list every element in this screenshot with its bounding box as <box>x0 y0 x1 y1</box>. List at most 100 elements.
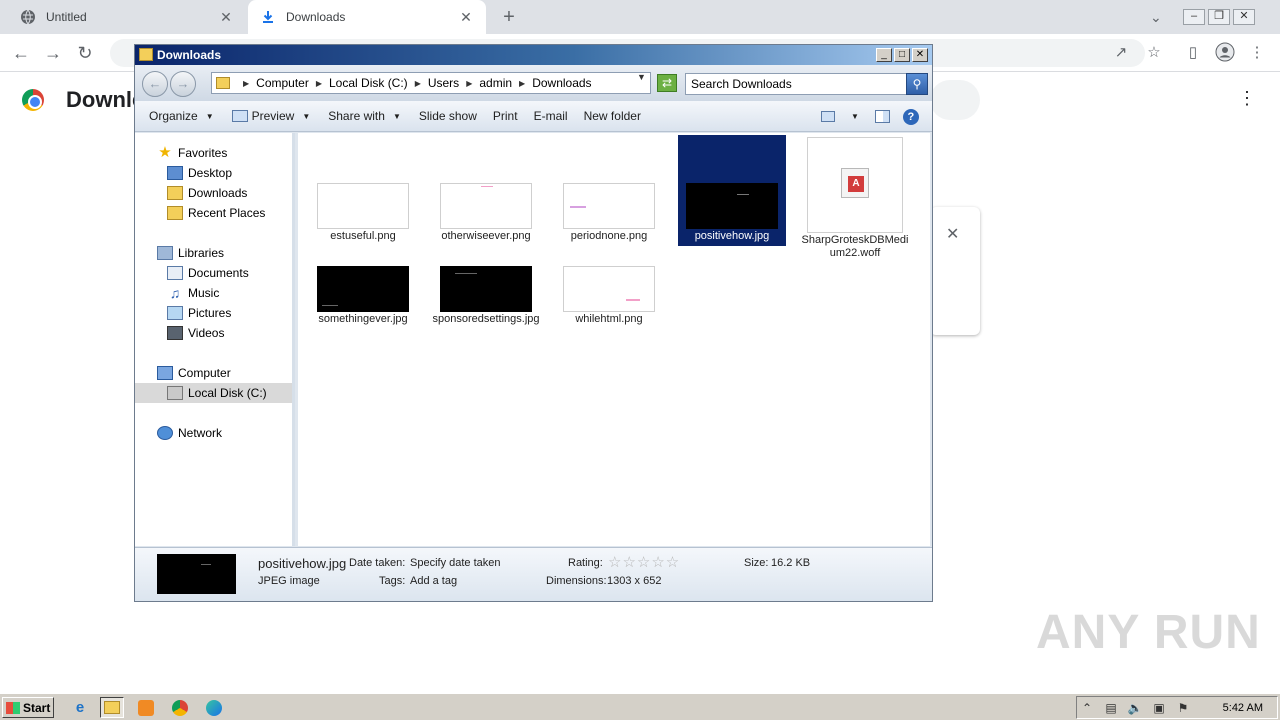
breadcrumb-item[interactable]: admin <box>479 76 512 90</box>
profile-icon[interactable] <box>1214 42 1236 64</box>
minimize-icon[interactable]: – <box>1183 9 1205 25</box>
nav-videos[interactable]: Videos <box>167 323 224 343</box>
maximize-icon[interactable]: □ <box>894 48 910 62</box>
tab-close-icon[interactable]: ✕ <box>458 9 474 26</box>
breadcrumb-item[interactable]: Computer <box>256 76 309 90</box>
search-input[interactable]: Search Downloads <box>685 73 907 95</box>
nav-desktop[interactable]: Desktop <box>167 163 232 183</box>
start-button[interactable]: Start <box>2 697 54 718</box>
documents-icon <box>167 266 183 280</box>
breadcrumb-arrow-icon[interactable]: ▶ <box>243 79 249 88</box>
search-icon[interactable]: ⚲ <box>906 73 928 95</box>
close-icon[interactable]: ✕ <box>912 48 928 62</box>
action-center-flag-icon[interactable]: ⚑ <box>1175 700 1191 716</box>
slide-show-button[interactable]: Slide show <box>419 109 477 123</box>
nav-local-disk[interactable]: Local Disk (C:) <box>135 383 292 403</box>
command-bar: Organize ▼ Preview ▼ Share with ▼ Slide … <box>135 101 932 132</box>
breadcrumb-item[interactable]: Local Disk (C:) <box>329 76 408 90</box>
show-hidden-icons-icon[interactable]: ⌃ <box>1079 700 1095 716</box>
taskbar-edge[interactable] <box>202 697 226 718</box>
rating-stars[interactable]: ☆☆☆☆☆ <box>608 553 680 571</box>
desktop-icon <box>167 166 183 180</box>
breadcrumb-item[interactable]: Downloads <box>532 76 591 90</box>
file-item[interactable]: A SharpGroteskDBMedium22.woff <box>801 137 909 260</box>
tab-downloads[interactable]: Downloads ✕ <box>248 0 486 34</box>
nav-favorites[interactable]: ★ Favorites <box>157 143 227 163</box>
breadcrumb-arrow-icon[interactable]: ▶ <box>316 79 322 88</box>
organize-button[interactable]: Organize ▼ <box>149 109 214 123</box>
taskbar-explorer[interactable] <box>100 697 124 718</box>
date-taken-value[interactable]: Specify date taken <box>410 557 501 569</box>
nav-label: Local Disk (C:) <box>188 386 267 400</box>
tags-value[interactable]: Add a tag <box>410 575 457 587</box>
network-tray-icon[interactable]: ▤ <box>1103 700 1119 716</box>
file-item[interactable]: periodnone.png <box>555 183 663 243</box>
image-thumbnail <box>440 266 532 312</box>
nav-recent-places[interactable]: Recent Places <box>167 203 265 223</box>
folder-icon <box>216 77 230 89</box>
restore-icon[interactable]: ❐ <box>1208 9 1230 25</box>
email-button[interactable]: E-mail <box>534 109 568 123</box>
nav-libraries[interactable]: Libraries <box>157 243 224 263</box>
nav-network[interactable]: Network <box>157 423 222 443</box>
help-icon[interactable]: ? <box>902 108 919 125</box>
new-folder-button[interactable]: New folder <box>584 109 641 123</box>
volume-icon[interactable]: 🔈 <box>1127 700 1143 716</box>
file-item[interactable]: whilehtml.png <box>555 266 663 326</box>
downloads-search-field[interactable] <box>930 80 980 120</box>
taskbar-ie[interactable]: e <box>68 697 92 718</box>
chevron-down-icon[interactable]: ▼ <box>851 112 859 121</box>
forward-arrow-icon[interactable]: → <box>42 42 64 64</box>
nav-pictures[interactable]: Pictures <box>167 303 231 323</box>
chevron-down-icon: ▼ <box>302 111 311 121</box>
nav-downloads[interactable]: Downloads <box>167 183 247 203</box>
share-with-label: Share with <box>328 109 385 123</box>
nav-music[interactable]: ♫ Music <box>167 283 220 303</box>
breadcrumb-arrow-icon[interactable]: ▶ <box>466 79 472 88</box>
taskbar-media-player[interactable] <box>134 697 158 718</box>
tab-untitled[interactable]: Untitled ✕ <box>8 0 246 34</box>
file-item-selected[interactable]: positivehow.jpg <box>678 135 786 246</box>
selected-file-thumbnail <box>157 554 236 594</box>
nav-computer[interactable]: Computer <box>157 363 231 383</box>
close-icon[interactable]: ✕ <box>1233 9 1255 25</box>
taskbar-chrome[interactable] <box>168 697 192 718</box>
file-item[interactable]: somethingever.jpg <box>309 266 417 326</box>
print-button[interactable]: Print <box>493 109 518 123</box>
reload-icon[interactable]: ↻ <box>74 42 96 64</box>
preview-button[interactable]: Preview ▼ <box>231 109 311 123</box>
more-options-icon[interactable]: ⋮ <box>1238 88 1256 109</box>
details-pane: positivehow.jpg JPEG image Date taken: S… <box>135 547 932 601</box>
breadcrumb[interactable]: ▶ Computer ▶ Local Disk (C:) ▶ Users ▶ a… <box>211 72 651 94</box>
new-tab-button[interactable]: + <box>498 6 520 28</box>
breadcrumb-arrow-icon[interactable]: ▶ <box>415 79 421 88</box>
clock[interactable]: 5:42 AM <box>1223 702 1263 714</box>
music-icon: ♫ <box>169 285 181 301</box>
back-arrow-icon[interactable]: ← <box>10 42 32 64</box>
chevron-down-icon[interactable]: ⌄ <box>1150 9 1162 26</box>
explorer-titlebar[interactable]: Downloads _ □ ✕ <box>135 45 932 65</box>
change-view-icon[interactable] <box>821 111 835 122</box>
share-with-button[interactable]: Share with ▼ <box>328 109 401 123</box>
share-icon[interactable]: ↗ <box>1110 42 1132 64</box>
remove-download-icon[interactable]: ✕ <box>946 224 959 244</box>
organize-label: Organize <box>149 109 198 123</box>
preview-pane-icon[interactable] <box>874 110 890 123</box>
breadcrumb-item[interactable]: Users <box>428 76 459 90</box>
refresh-icon[interactable]: ⇄ <box>657 74 677 92</box>
side-panel-icon[interactable]: ▯ <box>1182 42 1204 64</box>
device-icon[interactable]: ▣ <box>1151 700 1167 716</box>
menu-kebab-icon[interactable]: ⋮ <box>1246 42 1268 64</box>
forward-arrow-icon[interactable]: → <box>170 71 196 97</box>
minimize-icon[interactable]: _ <box>876 48 892 62</box>
browser-tab-search[interactable]: ⌄ <box>1150 0 1162 34</box>
file-item[interactable]: sponsoredsettings.jpg <box>432 266 540 326</box>
nav-documents[interactable]: Documents <box>167 263 249 283</box>
breadcrumb-arrow-icon[interactable]: ▶ <box>519 79 525 88</box>
bookmark-star-icon[interactable]: ☆ <box>1143 42 1165 64</box>
tab-close-icon[interactable]: ✕ <box>218 9 234 26</box>
back-arrow-icon[interactable]: ← <box>142 71 168 97</box>
file-item[interactable]: otherwiseever.png <box>432 183 540 243</box>
address-dropdown-icon[interactable]: ▼ <box>637 72 646 82</box>
file-item[interactable]: estuseful.png <box>309 183 417 243</box>
